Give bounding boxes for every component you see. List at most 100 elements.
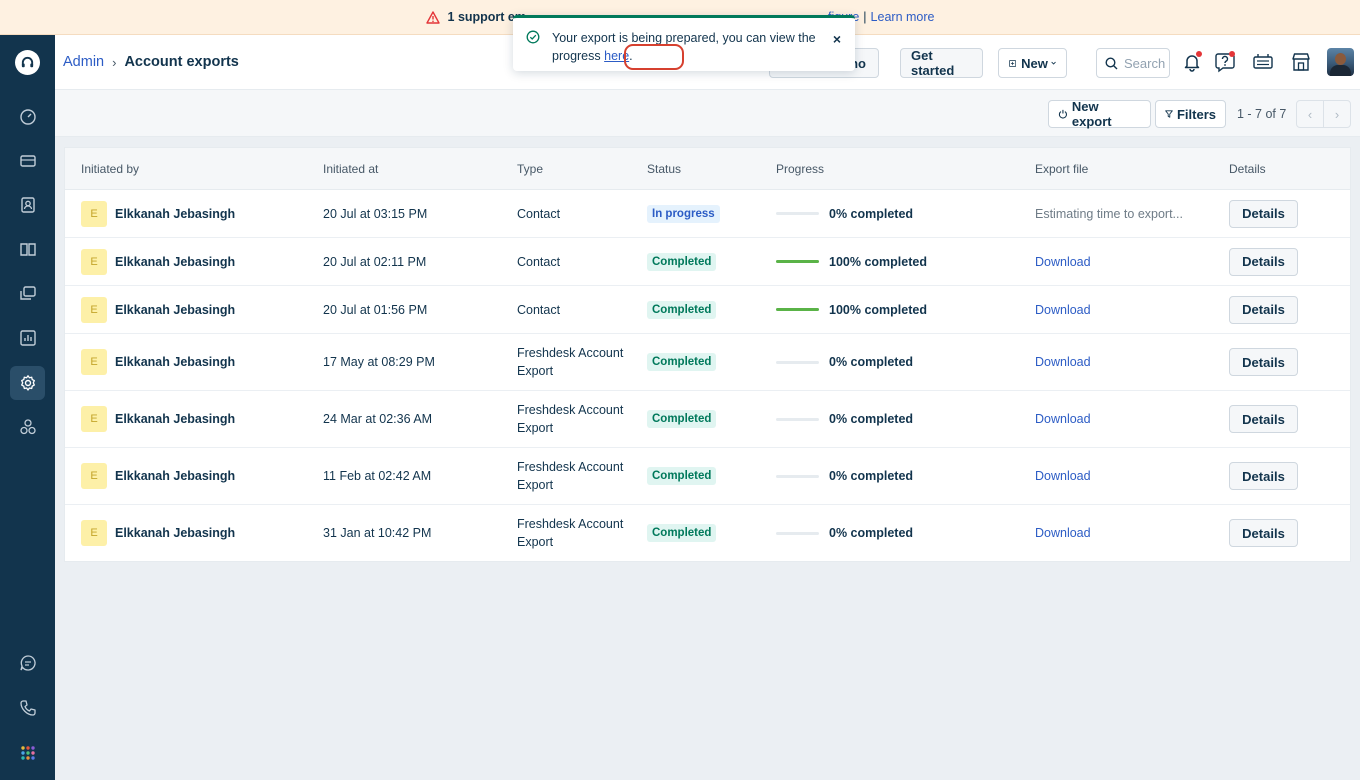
- initiator-name: Elkkanah Jebasingh: [115, 469, 236, 483]
- filter-icon: [1165, 110, 1173, 118]
- reports-icon[interactable]: [10, 321, 45, 355]
- download-link[interactable]: Download: [1035, 469, 1091, 483]
- details-cell: Details: [1229, 505, 1298, 561]
- search-placeholder: Search: [1124, 55, 1166, 71]
- page-title: Account exports: [124, 54, 239, 70]
- progress-bar-fill: [776, 308, 819, 311]
- avatar: E: [81, 406, 107, 432]
- details-button[interactable]: Details: [1229, 519, 1298, 547]
- export-type: Freshdesk Account Export: [517, 517, 624, 549]
- col-export-file[interactable]: Export file: [1035, 162, 1088, 176]
- export-estimating-text: Estimating time to export...: [1035, 206, 1183, 221]
- avatar: E: [81, 296, 107, 323]
- avatar: E: [81, 463, 107, 489]
- breadcrumb-admin-link[interactable]: Admin: [63, 54, 104, 70]
- app-switcher-icon[interactable]: [10, 736, 45, 770]
- banner-separator: |: [863, 10, 867, 24]
- progress-text: 0% completed: [829, 526, 914, 540]
- table-row: E Elkkanah Jebasingh 31 Jan at 10:42 PM Fre…: [65, 505, 1350, 561]
- progress-cell: 0% completed: [776, 334, 913, 390]
- initiator-name: Elkkanah Jebasingh: [115, 355, 236, 369]
- next-page-button[interactable]: ›: [1323, 100, 1351, 128]
- new-button-label: New: [1021, 55, 1048, 71]
- details-button[interactable]: Details: [1229, 247, 1298, 276]
- solutions-icon[interactable]: [10, 232, 45, 266]
- progress-cell: 0% completed: [776, 391, 913, 447]
- exports-table: Initiated by Initiated at Type Status Pr…: [64, 147, 1351, 562]
- download-link[interactable]: Download: [1035, 412, 1091, 426]
- details-cell: Details: [1229, 238, 1298, 285]
- export-file-cell: Download: [1035, 286, 1091, 333]
- new-export-button[interactable]: New export: [1048, 99, 1151, 129]
- status-cell: In progress: [647, 190, 720, 237]
- get-started-label: Get started: [911, 48, 955, 78]
- filters-label: Filters: [1176, 106, 1216, 122]
- status-cell: Completed: [647, 391, 717, 447]
- filters-button[interactable]: Filters: [1155, 100, 1226, 128]
- progress-cell: 100% completed: [776, 286, 927, 333]
- download-link[interactable]: Download: [1035, 526, 1091, 540]
- details-button[interactable]: Details: [1229, 462, 1298, 490]
- user-avatar[interactable]: [1327, 48, 1354, 76]
- prev-page-button[interactable]: ‹: [1296, 100, 1324, 128]
- type-cell: Freshdesk Account Export: [517, 391, 637, 447]
- type-cell: Freshdesk Account Export: [517, 505, 637, 561]
- dashboard-icon[interactable]: [10, 100, 45, 134]
- col-initiated-by[interactable]: Initiated by: [81, 162, 139, 176]
- col-progress[interactable]: Progress: [776, 162, 824, 176]
- marketplace-store-icon[interactable]: [1288, 49, 1314, 75]
- progress-bar: [776, 417, 819, 421]
- avatar: E: [81, 248, 107, 275]
- new-button[interactable]: New: [998, 48, 1067, 78]
- export-file-cell: Estimating time to export...: [1035, 190, 1183, 237]
- initiated-by-cell: E Elkkanah Jebasingh: [81, 334, 235, 390]
- col-details[interactable]: Details: [1229, 162, 1266, 176]
- notification-dot: [1196, 51, 1202, 57]
- search-input[interactable]: Search: [1096, 48, 1170, 78]
- details-button[interactable]: Details: [1229, 199, 1298, 228]
- learn-more-link[interactable]: Learn more: [871, 10, 935, 24]
- pagination-text: 1 - 7 of 7: [1237, 107, 1287, 121]
- col-status[interactable]: Status: [647, 162, 681, 176]
- tickets-icon[interactable]: [10, 144, 45, 178]
- download-link[interactable]: Download: [1035, 255, 1091, 269]
- avatar: E: [81, 520, 107, 546]
- freshdesk-logo-icon[interactable]: [15, 50, 40, 75]
- admin-settings-icon[interactable]: [10, 366, 45, 400]
- status-badge: In progress: [647, 204, 720, 223]
- details-button[interactable]: Details: [1229, 405, 1298, 433]
- close-icon[interactable]: ×: [833, 31, 841, 47]
- phone-icon[interactable]: [10, 691, 45, 725]
- progress-bar: [776, 474, 819, 478]
- col-type[interactable]: Type: [517, 162, 543, 176]
- help-icon[interactable]: [1212, 49, 1238, 75]
- type-cell: Contact: [517, 238, 637, 285]
- export-file-cell: Download: [1035, 334, 1091, 390]
- export-type: Contact: [517, 206, 561, 221]
- product-updates-icon[interactable]: [1250, 49, 1276, 75]
- initiated-by-cell: E Elkkanah Jebasingh: [81, 448, 235, 504]
- apps-icon[interactable]: [10, 410, 45, 444]
- download-link[interactable]: Download: [1035, 355, 1091, 369]
- initiator-name: Elkkanah Jebasingh: [115, 254, 236, 269]
- progress-bar: [776, 360, 819, 364]
- export-file-cell: Download: [1035, 448, 1091, 504]
- table-row: E Elkkanah Jebasingh 17 May at 08:29 PM Fre…: [65, 334, 1350, 391]
- progress-bar: [776, 308, 819, 311]
- col-initiated-at[interactable]: Initiated at: [323, 162, 378, 176]
- breadcrumb-chevron-icon: ›: [112, 54, 117, 70]
- chat-icon[interactable]: [10, 646, 45, 680]
- get-started-button[interactable]: Get started: [900, 48, 983, 78]
- download-link[interactable]: Download: [1035, 303, 1091, 317]
- status-badge: Completed: [647, 410, 717, 428]
- notifications-bell-icon[interactable]: [1179, 49, 1205, 75]
- forums-icon[interactable]: [10, 276, 45, 310]
- details-button[interactable]: Details: [1229, 348, 1298, 376]
- details-button[interactable]: Details: [1229, 295, 1298, 324]
- power-icon: [1058, 109, 1067, 119]
- type-cell: Freshdesk Account Export: [517, 334, 637, 390]
- contacts-icon[interactable]: [10, 188, 45, 222]
- breadcrumb: Admin › Account exports: [63, 54, 239, 70]
- initiated-by-cell: E Elkkanah Jebasingh: [81, 505, 235, 561]
- initiated-at-cell: 24 Mar at 02:36 AM: [323, 412, 433, 426]
